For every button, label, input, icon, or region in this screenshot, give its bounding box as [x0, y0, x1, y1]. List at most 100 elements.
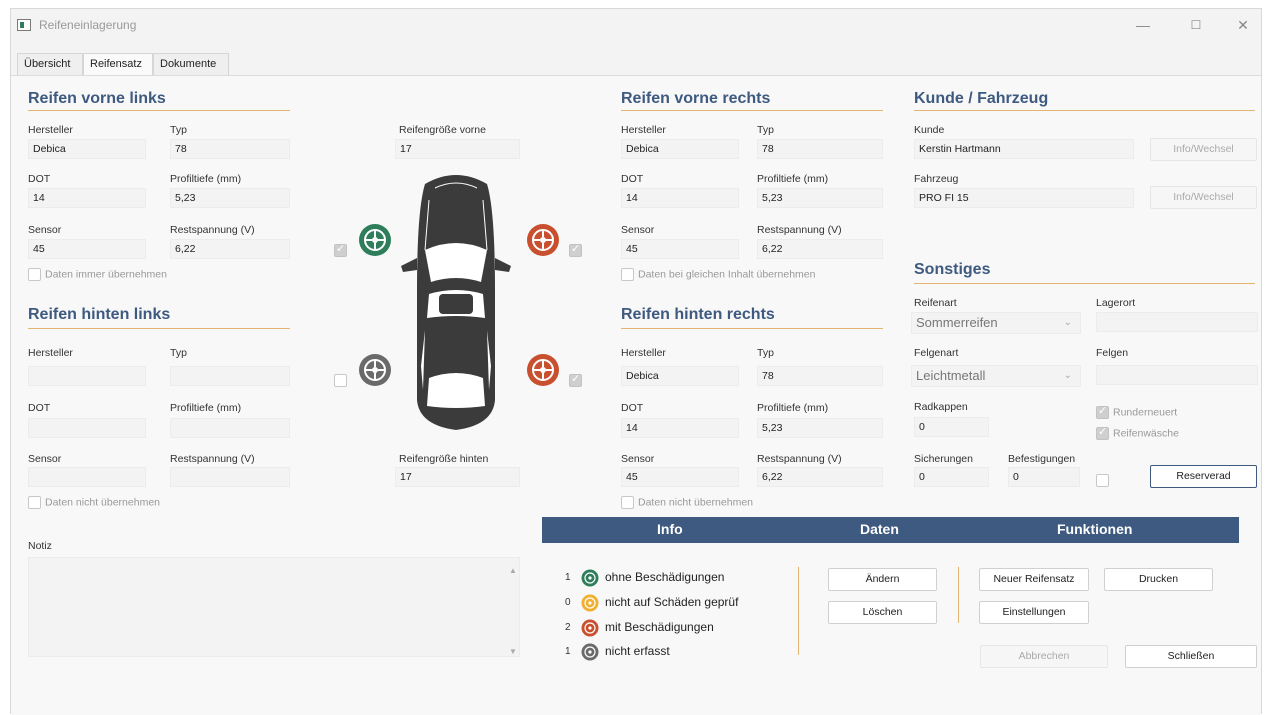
tab-dokumente[interactable]: Dokumente	[153, 53, 229, 75]
tire-hr-checkbox[interactable]	[569, 372, 582, 387]
tab-uebersicht[interactable]: Übersicht	[17, 53, 83, 75]
restspannung-field-vl[interactable]: 6,22	[170, 239, 290, 259]
tire-orange-icon	[581, 594, 599, 612]
restspannung-field-vr[interactable]: 6,22	[757, 239, 883, 259]
sensor-field-vl[interactable]: 45	[28, 239, 146, 259]
schliessen-button[interactable]: Schließen	[1125, 645, 1257, 668]
lagerort-field[interactable]	[1096, 312, 1258, 332]
section-title-vorne-links: Reifen vorne links	[28, 90, 166, 107]
minimize-button[interactable]: —	[1123, 13, 1163, 37]
loeschen-button[interactable]: Löschen	[828, 601, 937, 624]
hersteller-field-hl[interactable]	[28, 366, 146, 386]
daten-nicht-uebernehmen-checkbox-hl[interactable]: Daten nicht übernehmen	[28, 496, 160, 509]
notiz-label: Notiz	[28, 540, 52, 552]
reifengroesse-vorne-field[interactable]: 17	[395, 139, 520, 159]
tire-vorne-links-icon[interactable]	[358, 223, 392, 257]
befestigungen-field[interactable]: 0	[1008, 467, 1080, 487]
hersteller-field-vl[interactable]: Debica	[28, 139, 146, 159]
typ-field-hr[interactable]: 78	[757, 366, 883, 386]
reifenwaesche-checkbox[interactable]: Reifenwäsche	[1096, 425, 1179, 440]
restspannung-label: Restspannung (V)	[170, 224, 255, 236]
typ-field-vl[interactable]: 78	[170, 139, 290, 159]
profiltiefe-field-vr[interactable]: 5,23	[757, 188, 883, 208]
section-title-vorne-rechts: Reifen vorne rechts	[621, 90, 771, 107]
drucken-button[interactable]: Drucken	[1104, 568, 1213, 591]
restspannung-label: Restspannung (V)	[170, 453, 255, 465]
restspannung-field-hl[interactable]	[170, 467, 290, 487]
reserverad-button[interactable]: Reserverad	[1150, 465, 1257, 488]
einstellungen-button[interactable]: Einstellungen	[979, 601, 1089, 624]
dot-field-vl[interactable]: 14	[28, 188, 146, 208]
tire-hinten-links-icon[interactable]	[358, 353, 392, 387]
fahrzeug-field[interactable]: PRO FI 15	[914, 188, 1134, 208]
profiltiefe-field-vl[interactable]: 5,23	[170, 188, 290, 208]
felgen-field[interactable]	[1096, 365, 1258, 385]
checkbox-box[interactable]	[621, 496, 634, 509]
sensor-field-vr[interactable]: 45	[621, 239, 739, 259]
checkbox-box[interactable]	[1096, 425, 1109, 440]
divider	[914, 110, 1255, 111]
tire-hl-checkbox[interactable]	[334, 374, 347, 387]
felgenart-label: Felgenart	[914, 347, 959, 359]
dot-field-hl[interactable]	[28, 418, 146, 438]
reifengroesse-vorne-label: Reifengröße vorne	[399, 124, 486, 136]
restspannung-field-hr[interactable]: 6,22	[757, 467, 883, 487]
checkbox-box[interactable]	[621, 268, 634, 281]
tab-reifensatz[interactable]: Reifensatz	[83, 53, 153, 76]
sensor-field-hr[interactable]: 45	[621, 467, 739, 487]
daten-immer-uebernehmen-checkbox[interactable]: Daten immer übernehmen	[28, 268, 167, 281]
tire-hinten-rechts-icon[interactable]	[526, 353, 560, 387]
reserverad-checkbox[interactable]	[1096, 474, 1109, 487]
hersteller-field-hr[interactable]: Debica	[621, 366, 739, 386]
kunde-info-wechsel-button[interactable]: Info/Wechsel	[1150, 138, 1257, 161]
tire-vorne-rechts-icon[interactable]	[526, 223, 560, 257]
dot-field-hr[interactable]: 14	[621, 418, 739, 438]
runderneuert-checkbox[interactable]: Runderneuert	[1096, 404, 1177, 419]
tire-vl-checkbox[interactable]	[334, 242, 347, 257]
app-icon	[17, 19, 31, 31]
restspannung-label: Restspannung (V)	[757, 224, 842, 236]
maximize-button[interactable]: ☐	[1176, 13, 1216, 37]
profiltiefe-field-hl[interactable]	[170, 418, 290, 438]
sensor-field-hl[interactable]	[28, 467, 146, 487]
section-title-hinten-rechts: Reifen hinten rechts	[621, 306, 775, 323]
scroll-up-icon[interactable]: ▲	[509, 566, 517, 575]
profiltiefe-field-hr[interactable]: 5,23	[757, 418, 883, 438]
reifenart-dropdown[interactable]: Sommerreifen ⌄	[911, 312, 1081, 334]
felgenart-dropdown[interactable]: Leichtmetall ⌄	[911, 365, 1081, 387]
chevron-down-icon: ⌄	[1063, 370, 1072, 381]
radkappen-field[interactable]: 0	[914, 417, 989, 437]
kunde-field[interactable]: Kerstin Hartmann	[914, 139, 1134, 159]
daten-nicht-uebernehmen-checkbox-hr[interactable]: Daten nicht übernehmen	[621, 496, 753, 509]
checkbox-label: Daten bei gleichen Inhalt übernehmen	[638, 268, 816, 281]
hersteller-field-vr[interactable]: Debica	[621, 139, 739, 159]
reifengroesse-hinten-field[interactable]: 17	[395, 467, 520, 487]
car-top-view-icon	[401, 175, 511, 430]
reifenart-label: Reifenart	[914, 297, 957, 309]
daten-gleicher-inhalt-checkbox[interactable]: Daten bei gleichen Inhalt übernehmen	[621, 268, 815, 281]
dot-field-vr[interactable]: 14	[621, 188, 739, 208]
tire-vr-checkbox[interactable]	[569, 242, 582, 257]
checkbox-box[interactable]	[28, 268, 41, 281]
checkbox-label: Daten nicht übernehmen	[638, 496, 753, 509]
sensor-label: Sensor	[28, 453, 62, 465]
neuer-reifensatz-button[interactable]: Neuer Reifensatz	[979, 568, 1089, 591]
checkbox-box[interactable]	[28, 496, 41, 509]
abbrechen-button[interactable]: Abbrechen	[980, 645, 1108, 668]
typ-label: Typ	[757, 124, 774, 136]
fahrzeug-info-wechsel-button[interactable]: Info/Wechsel	[1150, 186, 1257, 209]
notiz-textarea[interactable]	[28, 557, 520, 657]
scroll-down-icon[interactable]: ▼	[509, 647, 517, 656]
typ-field-vr[interactable]: 78	[757, 139, 883, 159]
checkbox-label: Daten nicht übernehmen	[45, 496, 160, 509]
typ-field-hl[interactable]	[170, 366, 290, 386]
aendern-button[interactable]: Ändern	[828, 568, 937, 591]
divider	[798, 567, 799, 655]
dot-label: DOT	[28, 173, 51, 185]
sicherungen-field[interactable]: 0	[914, 467, 989, 487]
dot-label: DOT	[28, 402, 51, 414]
checkbox-box[interactable]	[1096, 404, 1109, 419]
legend-count: 1	[565, 572, 571, 583]
close-button[interactable]: ✕	[1223, 13, 1263, 37]
hersteller-label: Hersteller	[621, 124, 666, 136]
